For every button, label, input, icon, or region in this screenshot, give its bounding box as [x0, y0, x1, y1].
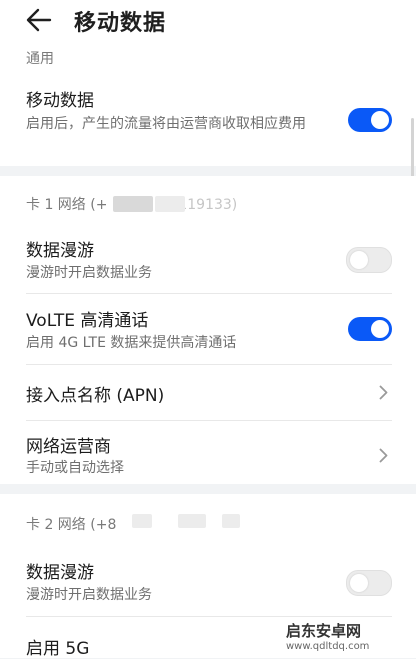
- mobile-data-desc: 启用后，产生的流量将由运营商收取相应费用: [26, 116, 306, 132]
- divider: [26, 364, 392, 365]
- toggle-knob: [371, 320, 389, 338]
- mobile-data-title: 移动数据: [26, 91, 94, 111]
- general-sub-header: 通用: [26, 51, 54, 67]
- sim1-roaming-toggle[interactable]: [346, 247, 392, 273]
- sim1-section: 卡 1 网络 (+ 0119133) 数据漫游 漫游时开启数据业务 VoLTE 高…: [0, 176, 416, 484]
- divider: [26, 420, 392, 421]
- watermark: 启东安卓网 www.qdltdq.com: [286, 620, 369, 652]
- app-header: 移动数据: [0, 0, 416, 48]
- sim2-sub-header: 卡 2 网络 (+8: [26, 517, 117, 533]
- divider: [26, 616, 392, 617]
- toggle-knob: [371, 111, 389, 129]
- back-arrow-icon[interactable]: [26, 8, 52, 32]
- sim1-operator-desc: 手动或自动选择: [26, 460, 124, 476]
- redacted-number: [178, 514, 206, 528]
- redacted-number: [132, 514, 152, 528]
- sim2-roaming-desc: 漫游时开启数据业务: [26, 587, 152, 603]
- toggle-knob: [350, 251, 368, 269]
- sim1-volte-toggle[interactable]: [348, 317, 392, 341]
- sim1-volte-desc: 启用 4G LTE 数据来提供高清通话: [26, 335, 237, 351]
- divider: [26, 293, 392, 294]
- chevron-right-icon: [379, 448, 388, 463]
- mobile-data-toggle[interactable]: [348, 108, 392, 132]
- sim2-roaming-toggle[interactable]: [346, 570, 392, 596]
- sim1-roaming-title: 数据漫游: [26, 241, 94, 261]
- watermark-url: www.qdltdq.com: [286, 641, 370, 652]
- redacted-number: [155, 196, 185, 212]
- chevron-right-icon: [379, 385, 388, 400]
- toggle-knob: [350, 574, 368, 592]
- watermark-name: 启东安卓网: [286, 622, 362, 640]
- redacted-number: [113, 196, 153, 212]
- redacted-number: [222, 514, 240, 528]
- sim2-5g-title: 启用 5G: [26, 639, 90, 659]
- general-section: 通用 移动数据 启用后，产生的流量将由运营商收取相应费用: [0, 48, 416, 204]
- sim1-volte-title: VoLTE 高清通话: [26, 311, 149, 331]
- sim1-sub-header-label: 卡 1 网络 (+: [26, 197, 108, 213]
- sim2-roaming-title: 数据漫游: [26, 563, 94, 583]
- page-title: 移动数据: [74, 11, 167, 36]
- sim1-apn-title: 接入点名称 (APN): [26, 386, 165, 406]
- sim1-roaming-desc: 漫游时开启数据业务: [26, 265, 152, 281]
- sim1-operator-title: 网络运营商: [26, 437, 111, 457]
